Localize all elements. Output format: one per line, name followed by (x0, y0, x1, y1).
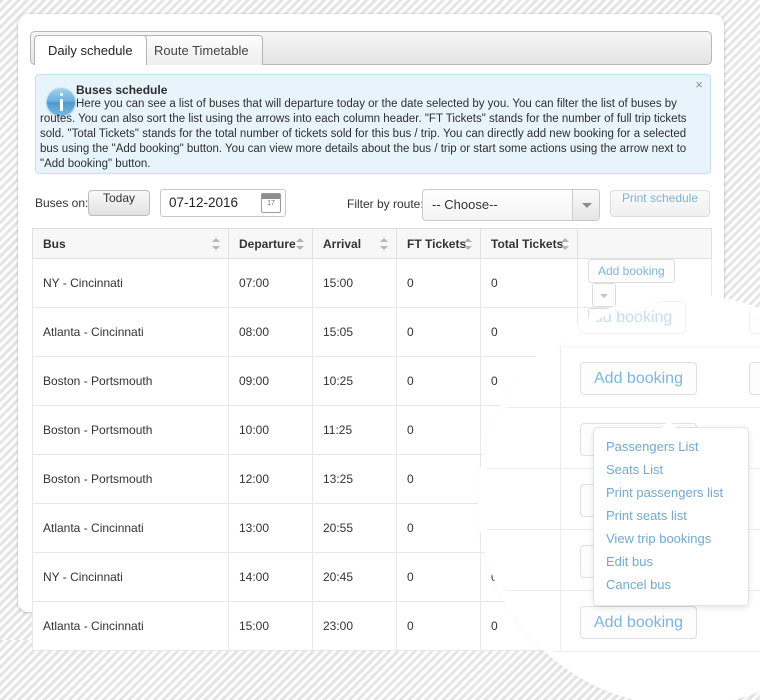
calendar-icon[interactable]: 17 (261, 193, 281, 213)
menu-item-view-trip-bookings[interactable]: View trip bookings (594, 527, 748, 550)
menu-item-cancel-bus[interactable]: Cancel bus (594, 573, 748, 596)
tab-bar: Daily schedule Route Timetable (30, 31, 712, 65)
info-title: Buses schedule (76, 83, 168, 97)
column-label: Arrival (323, 236, 362, 251)
cell-arrival: 15:05 (312, 307, 397, 357)
cell-divider (560, 408, 561, 468)
column-label: Total Tickets (491, 236, 564, 251)
cell-departure: 07:00 (228, 258, 313, 308)
cell-ft-tickets: 0 (396, 356, 481, 406)
cell-bus: Atlanta - Cincinnati (32, 503, 229, 553)
cell-ft-tickets: 0 (396, 454, 481, 504)
cell-arrival: 10:25 (312, 356, 397, 406)
cell-ft-tickets: 0 (396, 601, 481, 651)
buses-on-label: Buses on: (35, 196, 89, 210)
cell-departure: 14:00 (228, 552, 313, 602)
cell-ft-tickets: 0 (396, 552, 481, 602)
cell-bus: Atlanta - Cincinnati (32, 307, 229, 357)
route-select-value: -- Choose-- (432, 197, 498, 212)
print-schedule-button[interactable]: Print schedule (610, 190, 710, 217)
sort-icon[interactable] (380, 238, 388, 250)
cell-ft-tickets: 0 (396, 405, 481, 455)
magnified-row: dd booking (484, 300, 760, 347)
today-button[interactable]: Today (88, 190, 150, 216)
menu-item-print-seats-list[interactable]: Print seats list (594, 504, 748, 527)
menu-item-print-passengers-list[interactable]: Print passengers list (594, 481, 748, 504)
column-label: FT Tickets (407, 236, 467, 251)
column-header-total-tickets[interactable]: Total Tickets (480, 228, 578, 259)
table-header-row: Bus Departure Arrival FT Tickets Total T… (32, 228, 712, 259)
info-body-text: Here you can see a list of buses that wi… (40, 98, 687, 170)
column-header-actions (577, 228, 712, 259)
cell-departure: 08:00 (228, 307, 313, 357)
chevron-down-icon (572, 190, 599, 220)
column-label: Departure (239, 236, 296, 251)
column-header-departure[interactable]: Departure (228, 228, 313, 259)
add-booking-button[interactable]: Add booking (588, 259, 675, 283)
cell-ft-tickets: 0 (396, 503, 481, 553)
cell-bus: NY - Cincinnati (32, 552, 229, 602)
sort-icon[interactable] (464, 238, 472, 250)
sort-icon[interactable] (212, 238, 220, 250)
cell-bus: Atlanta - Cincinnati (32, 601, 229, 651)
cell-bus: Boston - Portsmouth (32, 454, 229, 504)
cell-departure: 15:00 (228, 601, 313, 651)
cell-divider (560, 300, 561, 346)
cell-departure: 10:00 (228, 405, 313, 455)
date-value: 07-12-2016 (169, 195, 239, 210)
column-header-ft-tickets[interactable]: FT Tickets (396, 228, 481, 259)
column-label: Bus (43, 236, 66, 251)
sort-icon[interactable] (561, 238, 569, 250)
cell-bus: Boston - Portsmouth (32, 356, 229, 406)
cell-divider (560, 469, 561, 529)
add-booking-button[interactable]: Add booking (580, 606, 697, 639)
menu-item-edit-bus[interactable]: Edit bus (594, 550, 748, 573)
add-booking-button-partial[interactable]: dd booking (580, 301, 687, 334)
column-header-bus[interactable]: Bus (32, 228, 229, 259)
cell-ft-tickets: 0 (396, 258, 481, 308)
cell-arrival: 15:00 (312, 258, 397, 308)
cell-divider (560, 591, 561, 651)
filter-by-route-label: Filter by route: (347, 197, 424, 211)
cell-arrival: 11:25 (312, 405, 397, 455)
chevron-down-icon[interactable] (749, 301, 760, 334)
menu-item-seats-list[interactable]: Seats List (594, 458, 748, 481)
calendar-icon-day: 17 (267, 200, 275, 207)
cell-divider (560, 347, 561, 407)
bus-actions-dropdown: Passengers List Seats List Print passeng… (593, 420, 749, 606)
route-select[interactable]: -- Choose-- (422, 189, 600, 221)
sort-icon[interactable] (296, 238, 304, 250)
date-input[interactable]: 07-12-2016 17 (160, 189, 286, 217)
cell-arrival: 13:25 (312, 454, 397, 504)
column-header-arrival[interactable]: Arrival (312, 228, 397, 259)
cell-bus: NY - Cincinnati (32, 258, 229, 308)
cell-departure: 12:00 (228, 454, 313, 504)
cell-bus: Boston - Portsmouth (32, 405, 229, 455)
tab-route-timetable[interactable]: Route Timetable (140, 35, 263, 65)
chevron-down-icon[interactable] (749, 362, 760, 395)
cell-departure: 09:00 (228, 356, 313, 406)
magnified-row: Add booking (484, 347, 760, 408)
cell-arrival: 20:55 (312, 503, 397, 553)
cell-arrival: 20:45 (312, 552, 397, 602)
cell-departure: 13:00 (228, 503, 313, 553)
tab-daily-schedule[interactable]: Daily schedule (34, 35, 147, 65)
cell-ft-tickets: 0 (396, 307, 481, 357)
close-icon[interactable]: × (695, 78, 703, 91)
add-booking-button[interactable]: Add booking (580, 362, 697, 395)
cell-divider (560, 530, 561, 590)
cell-arrival: 23:00 (312, 601, 397, 651)
menu-item-passengers-list[interactable]: Passengers List (594, 435, 748, 458)
